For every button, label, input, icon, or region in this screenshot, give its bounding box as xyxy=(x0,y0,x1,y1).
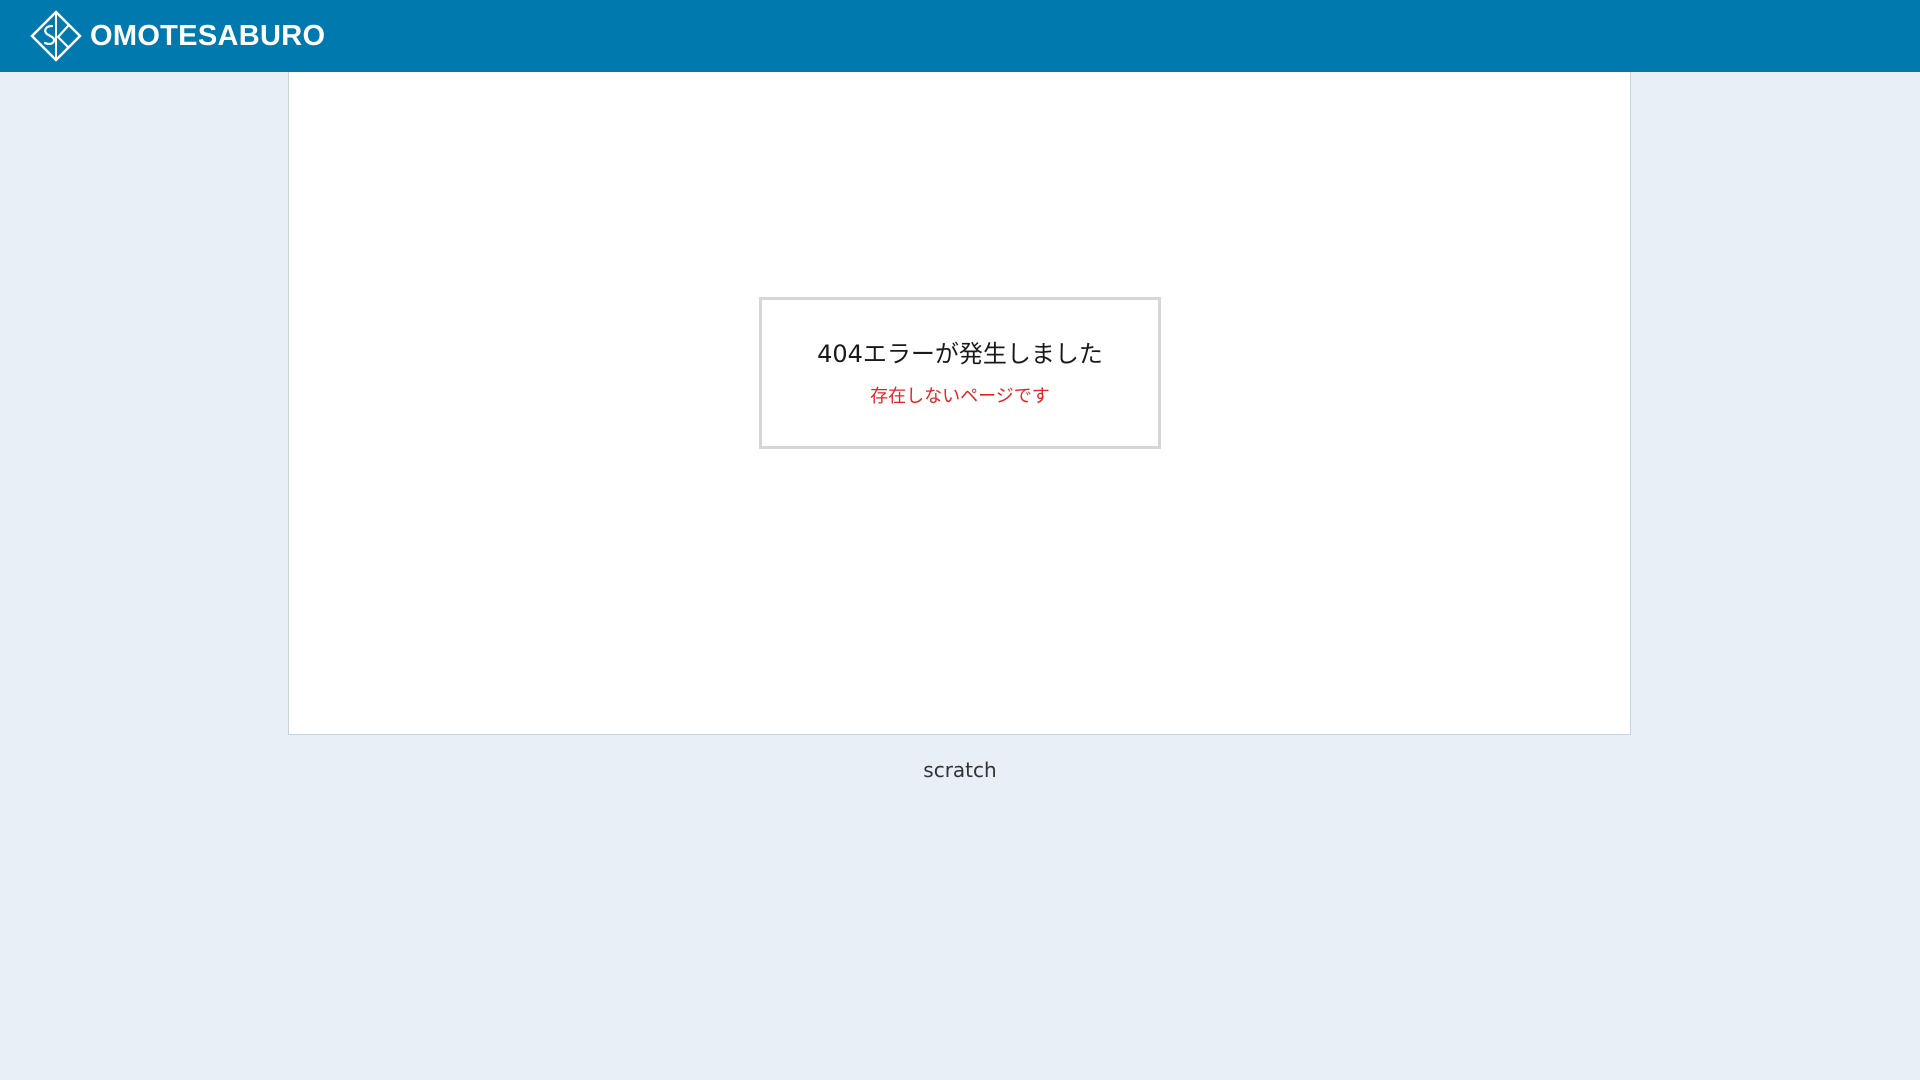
brand-name: OMOTESABURO xyxy=(90,19,326,52)
main-content-panel: 404エラーが発生しました 存在しないページです xyxy=(288,72,1631,735)
error-title: 404エラーが発生しました xyxy=(817,340,1103,368)
footer-scratch-link[interactable]: scratch xyxy=(923,758,996,782)
error-box: 404エラーが発生しました 存在しないページです xyxy=(759,297,1161,449)
sk-diamond-logo-icon xyxy=(30,10,82,62)
error-message: 存在しないページです xyxy=(870,386,1050,407)
brand-home-link[interactable]: OMOTESABURO xyxy=(30,9,325,63)
top-header-bar: OMOTESABURO xyxy=(0,0,1920,72)
footer: scratch xyxy=(0,758,1920,782)
